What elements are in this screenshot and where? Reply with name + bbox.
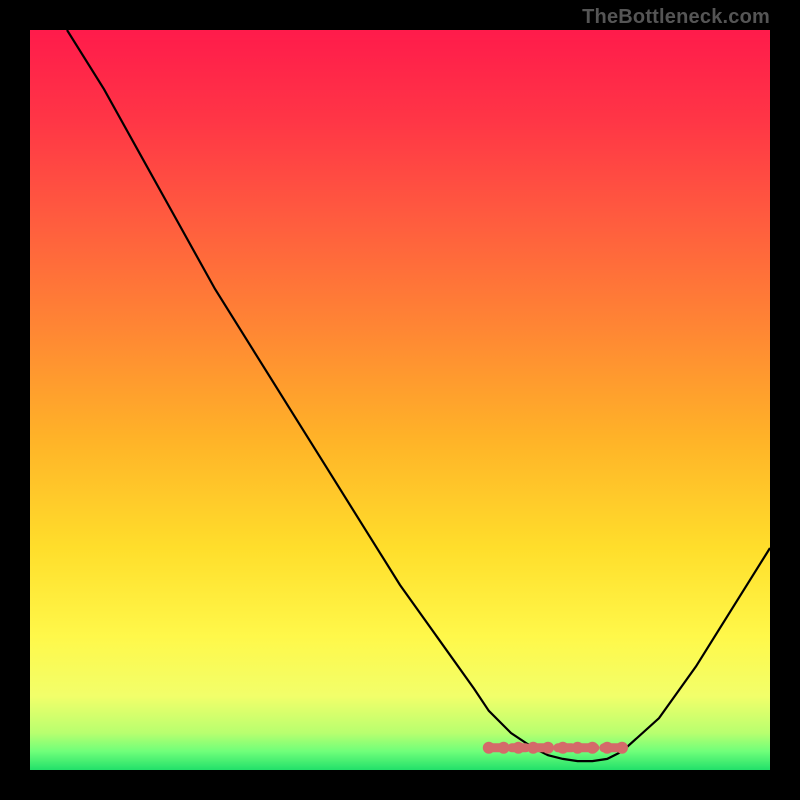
curve-svg — [30, 30, 770, 770]
optimal-marker — [616, 742, 628, 754]
optimal-marker — [572, 742, 584, 754]
optimal-zone-markers — [483, 742, 628, 754]
optimal-marker — [483, 742, 495, 754]
bottleneck-curve — [67, 30, 770, 761]
optimal-marker — [542, 742, 554, 754]
optimal-marker — [512, 742, 524, 754]
optimal-marker — [527, 742, 539, 754]
plot-area — [30, 30, 770, 770]
optimal-marker — [498, 742, 510, 754]
optimal-marker — [601, 742, 613, 754]
optimal-marker — [586, 742, 598, 754]
watermark-text: TheBottleneck.com — [582, 6, 770, 29]
optimal-marker — [557, 742, 569, 754]
chart-container: TheBottleneck.com — [0, 0, 800, 800]
